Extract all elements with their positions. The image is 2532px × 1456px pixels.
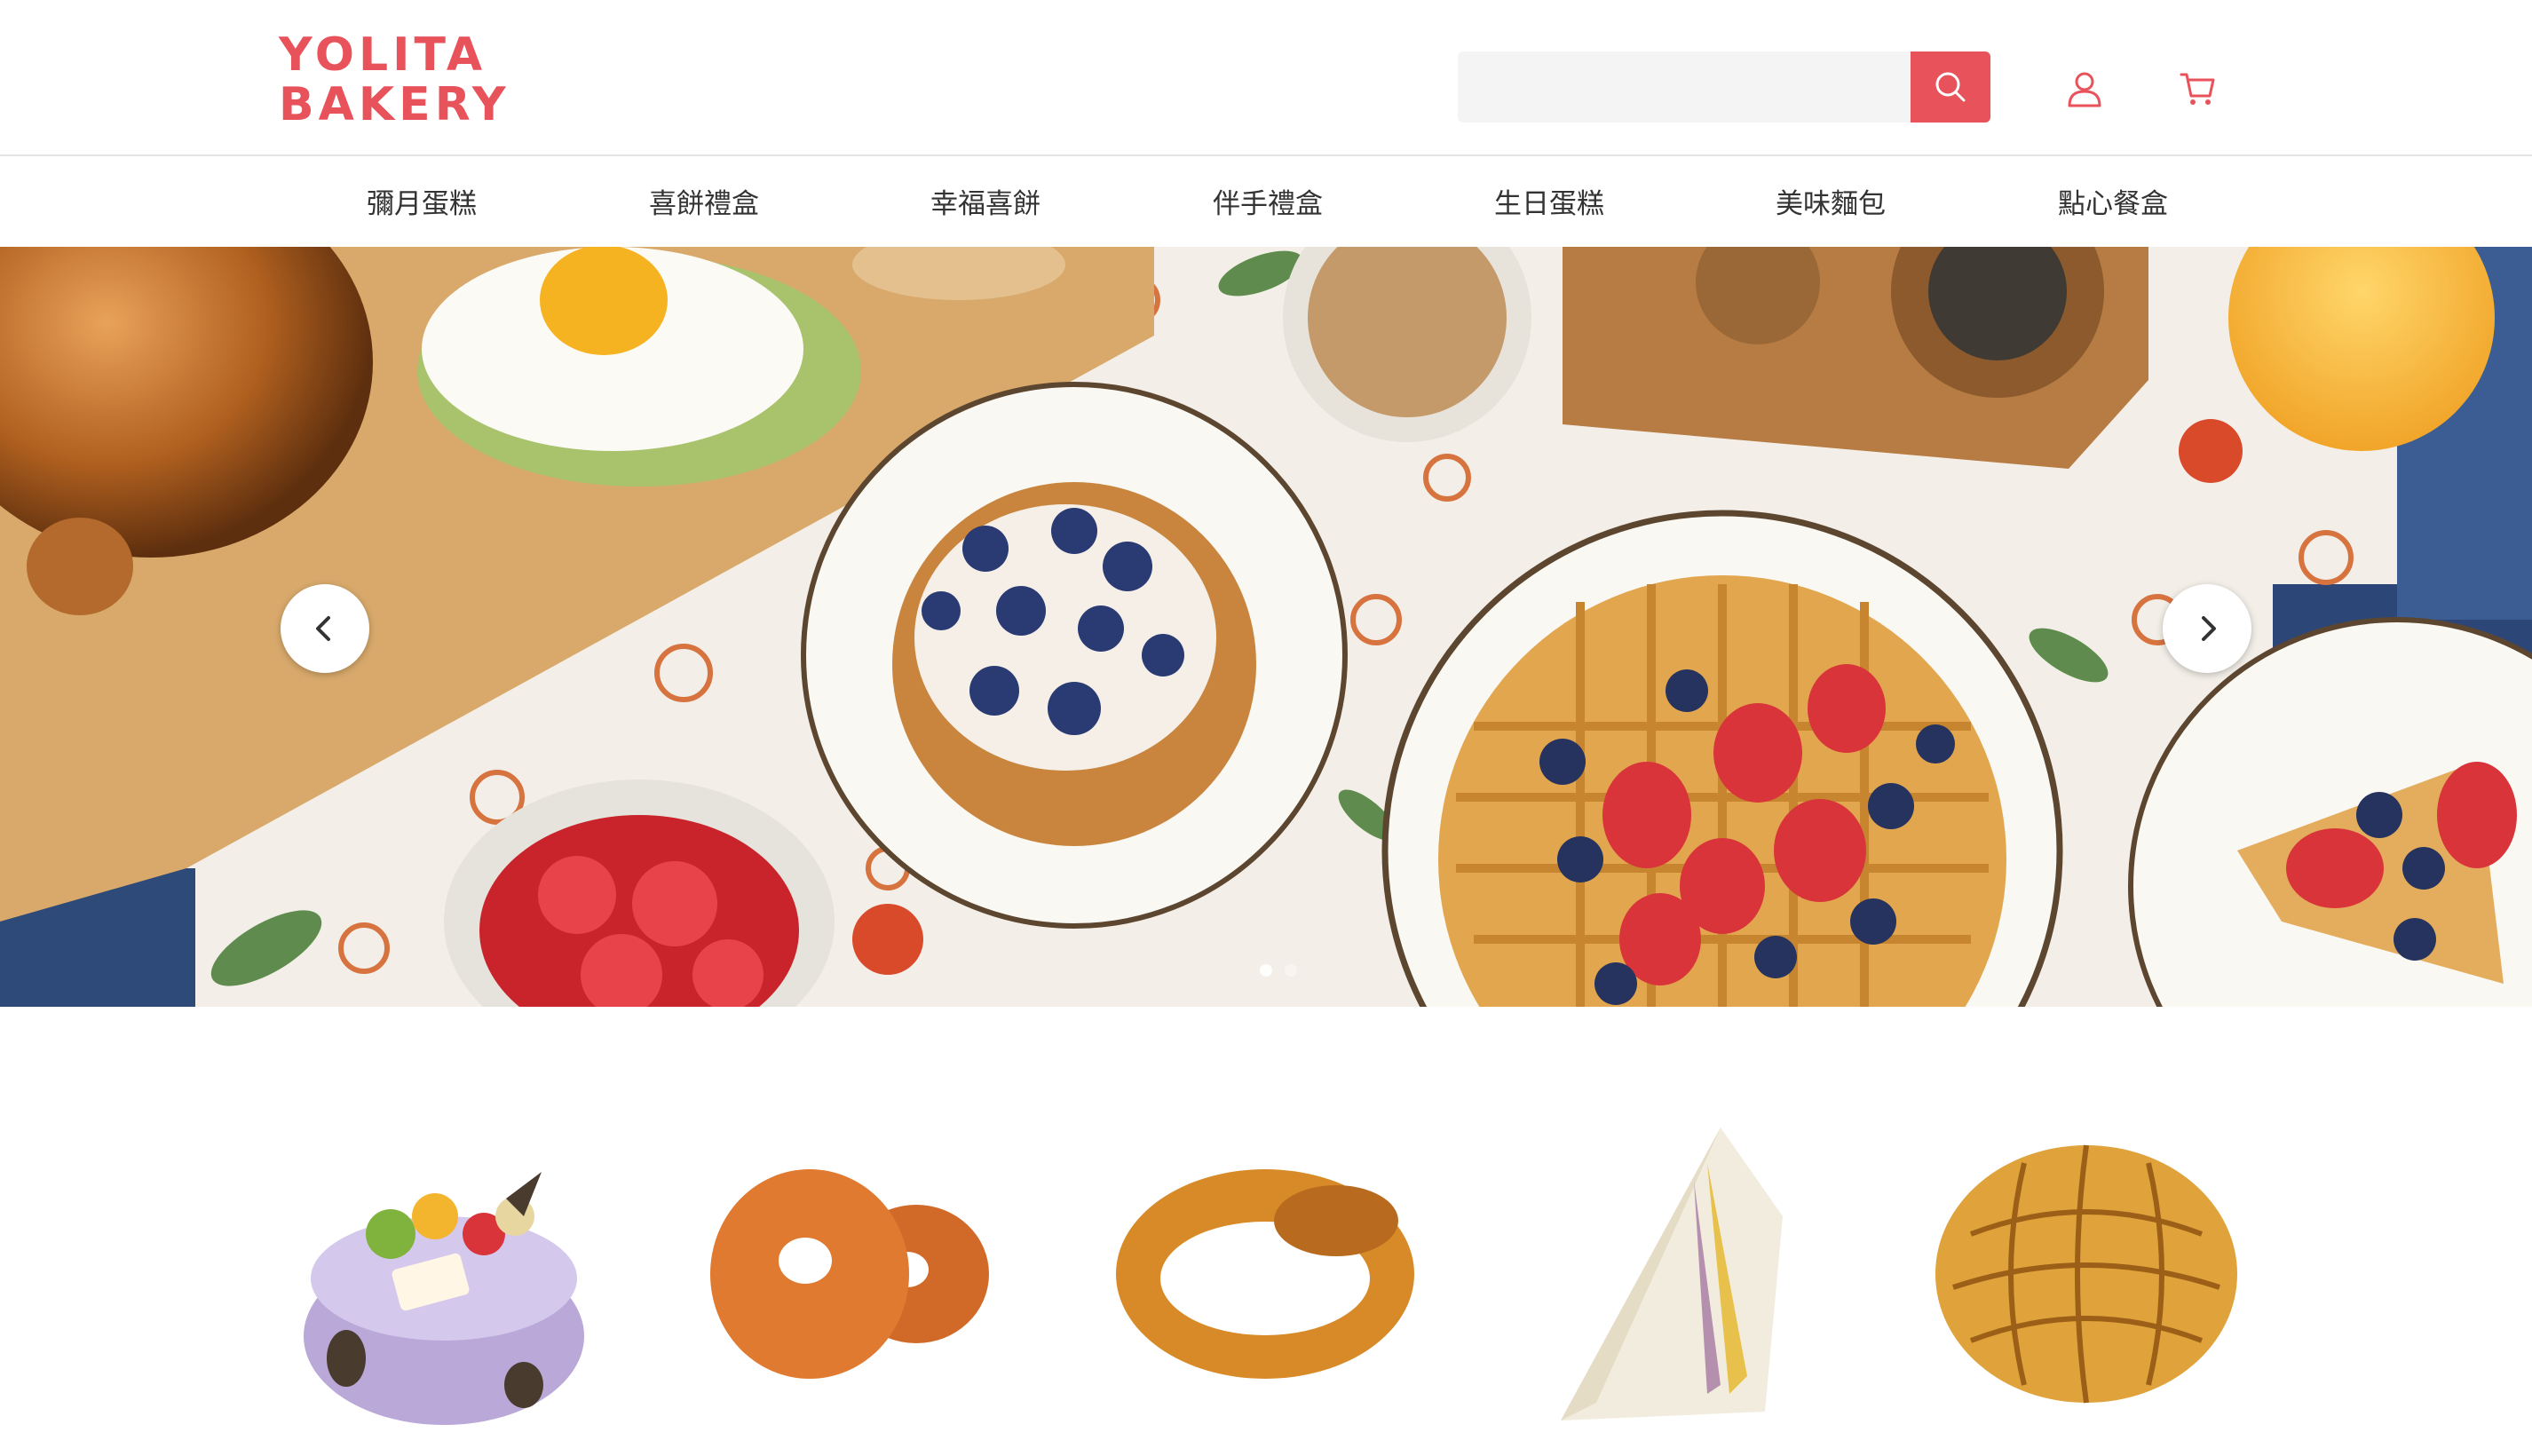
brand-logo-line1: YOLITA bbox=[279, 28, 487, 82]
product-sandwich[interactable] bbox=[1525, 1110, 1827, 1447]
nav-item-newborn-cake[interactable]: 彌月蛋糕 bbox=[367, 181, 477, 221]
site-header: YOLITA BAKERY bbox=[0, 0, 2532, 156]
nav-item-souvenir-box[interactable]: 伴手禮盒 bbox=[1213, 181, 1323, 221]
sandwich-image bbox=[1561, 1128, 1783, 1420]
carousel-dot[interactable] bbox=[1285, 964, 1297, 977]
pretzel-image bbox=[1116, 1169, 1414, 1379]
donut-image bbox=[710, 1169, 989, 1379]
carousel-next-button[interactable] bbox=[2163, 584, 2251, 673]
hero-carousel[interactable] bbox=[0, 247, 2532, 1007]
chevron-right-icon bbox=[2202, 616, 2216, 641]
carousel-dot-active[interactable] bbox=[1260, 964, 1272, 977]
nav-item-snack-box[interactable]: 點心餐盒 bbox=[2058, 181, 2168, 221]
main-nav: 彌月蛋糕 喜餅禮盒 幸福喜餅 伴手禮盒 生日蛋糕 美味麵包 點心餐盒 bbox=[0, 158, 2532, 247]
cart-button[interactable] bbox=[2173, 64, 2223, 114]
product-donut[interactable] bbox=[703, 1110, 1005, 1447]
cart-icon bbox=[2180, 73, 2215, 105]
pineapple-bun-image bbox=[1935, 1144, 2237, 1404]
nav-item-birthday-cake[interactable]: 生日蛋糕 bbox=[1494, 181, 1604, 221]
search-icon bbox=[1935, 72, 1966, 102]
product-birthday-cake[interactable] bbox=[293, 1110, 595, 1447]
brand-logo-line2: BAKERY bbox=[279, 78, 510, 131]
nav-item-bread[interactable]: 美味麵包 bbox=[1776, 181, 1886, 221]
hero-image bbox=[0, 247, 2532, 1007]
account-button[interactable] bbox=[2060, 64, 2109, 114]
product-pretzel[interactable] bbox=[1114, 1110, 1416, 1447]
product-pineapple-bun[interactable] bbox=[1935, 1110, 2237, 1447]
carousel-prev-button[interactable] bbox=[281, 584, 369, 673]
nav-item-wedding-cake[interactable]: 幸福喜餅 bbox=[930, 181, 1040, 221]
birthday-cake-image bbox=[304, 1163, 584, 1425]
chevron-left-icon bbox=[316, 616, 330, 641]
brand-logo[interactable]: YOLITA BAKERY bbox=[279, 28, 506, 130]
search-button[interactable] bbox=[1911, 51, 1990, 123]
user-icon bbox=[2068, 72, 2101, 107]
nav-item-wedding-gift-box[interactable]: 喜餅禮盒 bbox=[649, 181, 759, 221]
